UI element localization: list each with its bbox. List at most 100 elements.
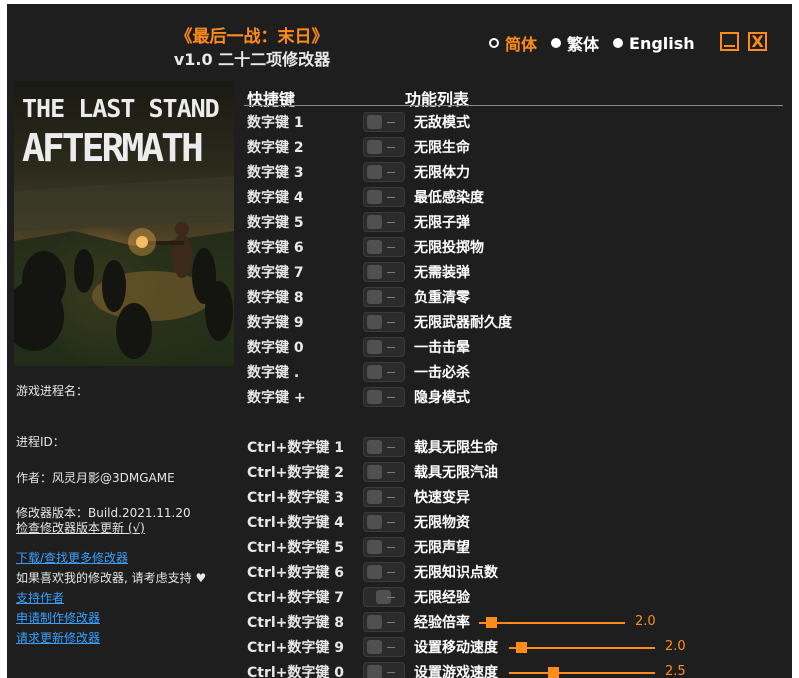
feature-label: 无限生命 — [414, 140, 470, 156]
toggle-knob — [367, 240, 382, 254]
cover-title-line2: AFTERMATH — [22, 126, 204, 170]
cheat-toggle-switch[interactable] — [363, 137, 405, 157]
support-message: 如果喜欢我的修改器, 请考虑支持 — [16, 571, 192, 585]
hotkey-label: 数字键 2 — [247, 140, 304, 156]
cheat-row: 数字键 . 一击必杀 — [247, 360, 787, 385]
toggle-dash-icon — [387, 597, 395, 598]
cheat-toggle-switch[interactable] — [363, 562, 405, 582]
slider-thumb[interactable] — [547, 667, 559, 678]
language-option-traditional[interactable]: 繁体 — [551, 31, 599, 55]
hotkey-column-header: 快捷键 — [247, 90, 296, 109]
download-more-link[interactable]: 下载/查找更多修改器 — [16, 549, 128, 566]
check-update-link[interactable]: 检查修改器版本更新 (√) — [16, 519, 145, 536]
cheat-row: Ctrl+数字键 6 无限知识点数 — [247, 560, 787, 585]
cheat-toggle-switch[interactable] — [363, 387, 405, 407]
language-label: 繁体 — [567, 35, 600, 54]
close-button[interactable]: X — [748, 32, 767, 51]
toggle-knob — [367, 140, 382, 154]
hotkey-label: 数字键 6 — [247, 240, 304, 256]
toggle-knob — [367, 515, 382, 529]
cheat-toggle-switch[interactable] — [363, 662, 405, 678]
slider-thumb[interactable] — [515, 642, 527, 653]
toggle-dash-icon — [387, 197, 395, 198]
toggle-knob — [367, 640, 382, 654]
game-cover-image: THE LAST STAND AFTERMATH — [14, 81, 234, 366]
cheat-toggle-switch[interactable] — [363, 612, 405, 632]
cheat-row: 数字键 2 无限生命 — [247, 135, 787, 160]
feature-label: 隐身模式 — [414, 390, 470, 406]
cheat-row: Ctrl+数字键 4 无限物资 — [247, 510, 787, 535]
cheat-toggle-switch[interactable] — [363, 637, 405, 657]
toggle-dash-icon — [387, 497, 395, 498]
toggle-knob — [367, 665, 382, 678]
toggle-dash-icon — [387, 247, 395, 248]
feature-label: 无限物资 — [414, 515, 470, 531]
toggle-knob — [367, 290, 382, 304]
cheat-toggle-switch[interactable] — [363, 162, 405, 182]
cheat-toggle-switch[interactable] — [363, 437, 405, 457]
slider-track[interactable] — [479, 622, 625, 624]
feature-label: 设置移动速度 — [414, 640, 498, 656]
cheat-toggle-switch[interactable] — [363, 112, 405, 132]
toggle-knob — [367, 115, 382, 129]
radio-icon — [551, 38, 562, 48]
features-column-header: 功能列表 — [405, 90, 470, 109]
language-option-english[interactable]: English — [613, 34, 695, 53]
cheat-toggle-switch[interactable] — [363, 212, 405, 232]
cheat-row: Ctrl+数字键 9 设置移动速度 2.0 — [247, 635, 787, 660]
hotkey-label: 数字键 0 — [247, 340, 304, 356]
feature-label: 设置游戏速度 — [414, 665, 498, 678]
toggle-dash-icon — [387, 647, 395, 648]
cheat-toggle-switch[interactable] — [363, 462, 405, 482]
hotkey-label: 数字键 1 — [247, 115, 304, 131]
toggle-dash-icon — [387, 272, 395, 273]
toggle-dash-icon — [387, 547, 395, 548]
cheat-row: 数字键 5 无限子弹 — [247, 210, 787, 235]
toggle-knob — [367, 390, 382, 404]
toggle-knob — [367, 315, 382, 329]
request-update-link[interactable]: 请求更新修改器 — [16, 629, 100, 646]
radio-selected-icon — [489, 38, 499, 48]
toggle-dash-icon — [387, 522, 395, 523]
toggle-knob — [367, 490, 382, 504]
toggle-dash-icon — [387, 397, 395, 398]
hotkey-label: 数字键 7 — [247, 265, 304, 281]
cheat-toggle-switch[interactable] — [363, 587, 405, 607]
cheat-toggle-switch[interactable] — [363, 512, 405, 532]
cheat-row: 数字键 9 无限武器耐久度 — [247, 310, 787, 335]
hotkey-label: Ctrl+数字键 0 — [247, 665, 345, 678]
cheat-toggle-switch[interactable] — [363, 337, 405, 357]
minimize-button[interactable] — [720, 32, 739, 51]
cheat-toggle-switch[interactable] — [363, 537, 405, 557]
cheat-toggle-switch[interactable] — [363, 262, 405, 282]
feature-label: 一击击晕 — [414, 340, 470, 356]
slider-thumb[interactable] — [485, 617, 497, 628]
author-text: 作者：风灵月影@3DMGAME — [16, 471, 175, 485]
slider-track[interactable] — [509, 647, 655, 649]
feature-label: 一击必杀 — [414, 365, 470, 381]
cheat-row: 数字键 3 无限体力 — [247, 160, 787, 185]
support-author-link[interactable]: 支持作者 — [16, 589, 64, 606]
cheat-toggle-switch[interactable] — [363, 287, 405, 307]
cheat-toggle-switch[interactable] — [363, 362, 405, 382]
cheat-toggle-switch[interactable] — [363, 312, 405, 332]
language-selector: 简体 繁体 English — [489, 31, 709, 55]
cheat-toggle-switch[interactable] — [363, 237, 405, 257]
hotkey-label: Ctrl+数字键 3 — [247, 490, 345, 506]
hotkey-label: 数字键 + — [247, 390, 306, 406]
language-option-simplified[interactable]: 简体 — [489, 31, 537, 55]
heart-icon: ♥ — [195, 571, 207, 585]
request-custom-link[interactable]: 申请制作修改器 — [16, 609, 100, 626]
game-title: 《最后一战：末日》 — [175, 27, 329, 47]
cheat-row: Ctrl+数字键 0 设置游戏速度 2.5 — [247, 660, 787, 678]
toggle-dash-icon — [387, 572, 395, 573]
slider-track[interactable] — [509, 672, 655, 674]
toggle-dash-icon — [387, 122, 395, 123]
cheat-toggle-switch[interactable] — [363, 187, 405, 207]
toggle-knob — [367, 540, 382, 554]
feature-label: 无限经验 — [414, 590, 470, 606]
toggle-knob — [367, 440, 382, 454]
toggle-dash-icon — [387, 322, 395, 323]
hotkey-label: 数字键 8 — [247, 290, 304, 306]
cheat-toggle-switch[interactable] — [363, 487, 405, 507]
